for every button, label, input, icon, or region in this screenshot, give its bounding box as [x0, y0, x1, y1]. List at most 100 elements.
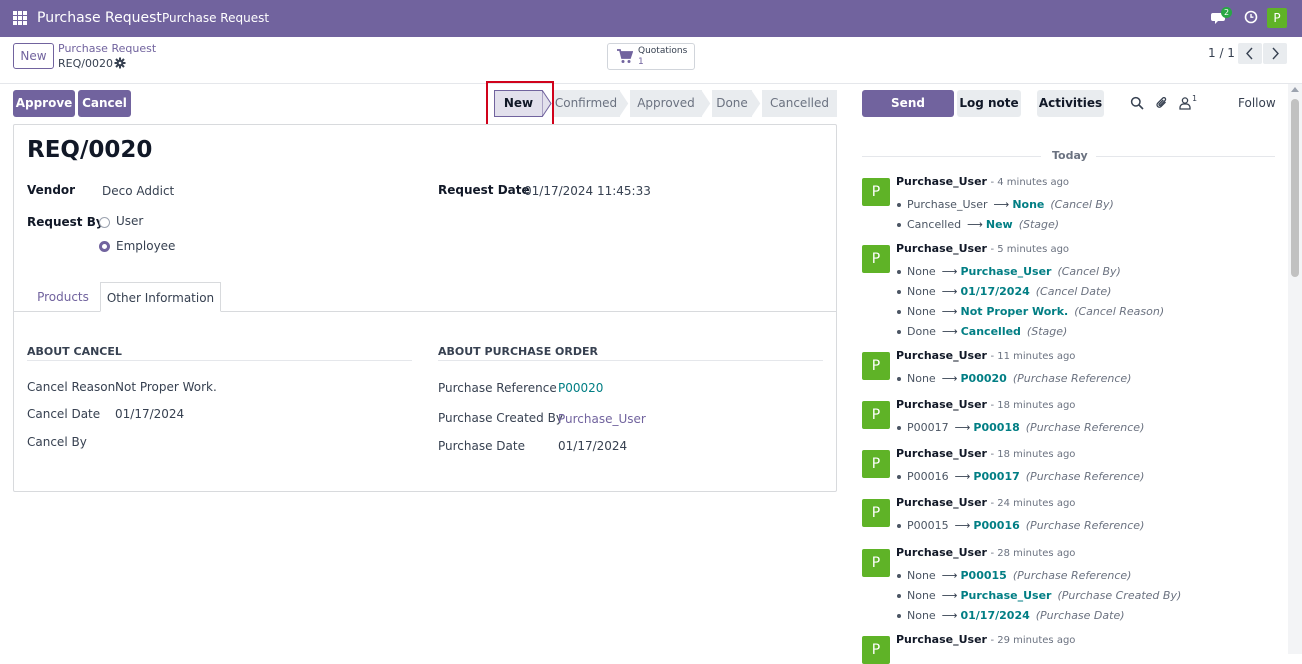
chevron-left-icon	[1246, 47, 1253, 60]
message-author[interactable]: Purchase_User	[896, 546, 987, 559]
new-value: Purchase_User	[960, 265, 1052, 278]
radio-employee[interactable]	[99, 241, 110, 252]
user-avatar[interactable]: P	[1267, 8, 1287, 28]
request-date-field[interactable]: 01/17/2024 11:45:33	[524, 184, 651, 198]
new-value: 01/17/2024	[960, 609, 1030, 622]
stage-cancelled[interactable]: Cancelled	[762, 90, 837, 117]
bullet-icon	[897, 290, 901, 294]
message-author[interactable]: Purchase_User	[896, 175, 987, 188]
menu-item-purchase-request[interactable]: Purchase Request	[162, 11, 269, 25]
bullet-icon	[897, 614, 901, 618]
arrow-right-icon: ⟶	[954, 470, 971, 483]
search-icon[interactable]	[1130, 96, 1144, 110]
message-author[interactable]: Purchase_User	[896, 633, 987, 646]
clock-icon[interactable]	[1244, 10, 1258, 24]
log-note-button[interactable]: Log note	[957, 90, 1021, 117]
purchase-created-by-field[interactable]: Purchase_User	[558, 412, 646, 426]
vendor-label: Vendor	[27, 183, 76, 197]
tracking-change: None ⟶ 01/17/2024 (Purchase Date)	[897, 609, 1125, 622]
message-header: Purchase_User - 5 minutes ago	[896, 242, 1069, 255]
paperclip-icon[interactable]	[1155, 96, 1169, 110]
message-author[interactable]: Purchase_User	[896, 349, 987, 362]
tracking-change: None ⟶ Purchase_User (Purchase Created By)	[897, 589, 1181, 602]
cancel-reason-field[interactable]: Not Proper Work.	[115, 380, 217, 394]
breadcrumb-parent[interactable]: Purchase Request	[58, 42, 156, 55]
bullet-icon	[897, 270, 901, 274]
old-value: None	[907, 609, 936, 622]
message-author[interactable]: Purchase_User	[896, 496, 987, 509]
smart-button-value: 1	[638, 57, 644, 67]
bullet-icon	[897, 310, 901, 314]
followers-icon[interactable]	[1178, 96, 1192, 110]
field-name: (Cancel Date)	[1035, 285, 1112, 298]
pager-next-button[interactable]	[1263, 43, 1287, 64]
purchase-reference-field[interactable]: P00020	[558, 381, 603, 395]
stage-confirmed[interactable]: Confirmed	[552, 90, 620, 117]
radio-user-label[interactable]: User	[116, 214, 143, 228]
cancel-date-field[interactable]: 01/17/2024	[115, 407, 184, 421]
tracking-change: None ⟶ P00015 (Purchase Reference)	[897, 569, 1131, 582]
about-cancel-title: ABOUT CANCEL	[27, 345, 122, 358]
approve-button[interactable]: Approve	[13, 90, 75, 117]
cart-icon	[617, 49, 633, 63]
radio-employee-label[interactable]: Employee	[116, 239, 175, 253]
new-button[interactable]: New	[13, 43, 54, 69]
activities-button[interactable]: Activities	[1037, 90, 1104, 117]
message-avatar[interactable]: P	[862, 401, 890, 429]
arrow-right-icon: ⟶	[954, 519, 971, 532]
scroll-up-arrow[interactable]	[1291, 87, 1299, 92]
tab-other-information[interactable]: Other Information	[100, 282, 221, 312]
pager-value[interactable]: 1 / 1	[1208, 46, 1235, 60]
tab-products[interactable]: Products	[28, 282, 98, 312]
cancel-by-label: Cancel By	[27, 435, 87, 449]
vendor-field[interactable]: Deco Addict	[102, 184, 174, 198]
tracking-change: Done ⟶ Cancelled (Stage)	[897, 325, 1068, 338]
bullet-icon	[897, 330, 901, 334]
new-value: P00017	[973, 470, 1020, 483]
new-value: None	[1012, 198, 1045, 211]
chevron-right-icon	[1272, 47, 1279, 60]
stage-approved[interactable]: Approved	[630, 90, 702, 117]
message-avatar[interactable]: P	[862, 352, 890, 380]
purchase-date-field[interactable]: 01/17/2024	[558, 439, 627, 453]
control-panel: New Purchase Request REQ/0020 Quotations…	[0, 37, 1302, 84]
tracking-change: P00017 ⟶ P00018 (Purchase Reference)	[897, 421, 1144, 434]
gear-icon[interactable]	[114, 57, 126, 69]
old-value: None	[907, 372, 936, 385]
field-name: (Stage)	[1026, 325, 1068, 338]
cancel-button[interactable]: Cancel	[78, 90, 131, 117]
bullet-icon	[897, 574, 901, 578]
quotations-smart-button[interactable]: Quotations 1	[607, 43, 695, 70]
apps-grid-icon[interactable]	[13, 11, 27, 25]
message-author[interactable]: Purchase_User	[896, 447, 987, 460]
message-header: Purchase_User - 28 minutes ago	[896, 546, 1075, 559]
field-name: (Cancel By)	[1057, 265, 1121, 278]
arrow-right-icon: ⟶	[941, 569, 958, 582]
message-avatar[interactable]: P	[862, 499, 890, 527]
arrow-right-icon: ⟶	[941, 325, 958, 338]
message-author[interactable]: Purchase_User	[896, 398, 987, 411]
message-avatar[interactable]: P	[862, 178, 890, 206]
scrollbar-thumb[interactable]	[1291, 99, 1299, 277]
tracking-change: None ⟶ P00020 (Purchase Reference)	[897, 372, 1131, 385]
stage-done[interactable]: Done	[712, 90, 752, 117]
stage-arrow	[620, 90, 630, 117]
message-author[interactable]: Purchase_User	[896, 242, 987, 255]
old-value: None	[907, 305, 936, 318]
message-avatar[interactable]: P	[862, 245, 890, 273]
request-date-label: Request Date	[438, 183, 530, 197]
arrow-right-icon: ⟶	[967, 218, 983, 231]
pager-previous-button[interactable]	[1238, 43, 1262, 64]
message-avatar[interactable]: P	[862, 549, 890, 577]
radio-user[interactable]	[99, 217, 110, 228]
send-message-button[interactable]: Send message	[862, 90, 954, 137]
follow-button[interactable]: Follow	[1238, 96, 1276, 110]
message-avatar[interactable]: P	[862, 450, 890, 478]
app-name[interactable]: Purchase Request	[37, 10, 162, 26]
field-name: (Stage)	[1018, 218, 1060, 231]
old-value: Done	[907, 325, 936, 338]
message-date: - 5 minutes ago	[990, 244, 1070, 255]
bullet-icon	[897, 594, 901, 598]
message-date: - 18 minutes ago	[990, 449, 1076, 460]
message-avatar[interactable]: P	[862, 636, 890, 664]
